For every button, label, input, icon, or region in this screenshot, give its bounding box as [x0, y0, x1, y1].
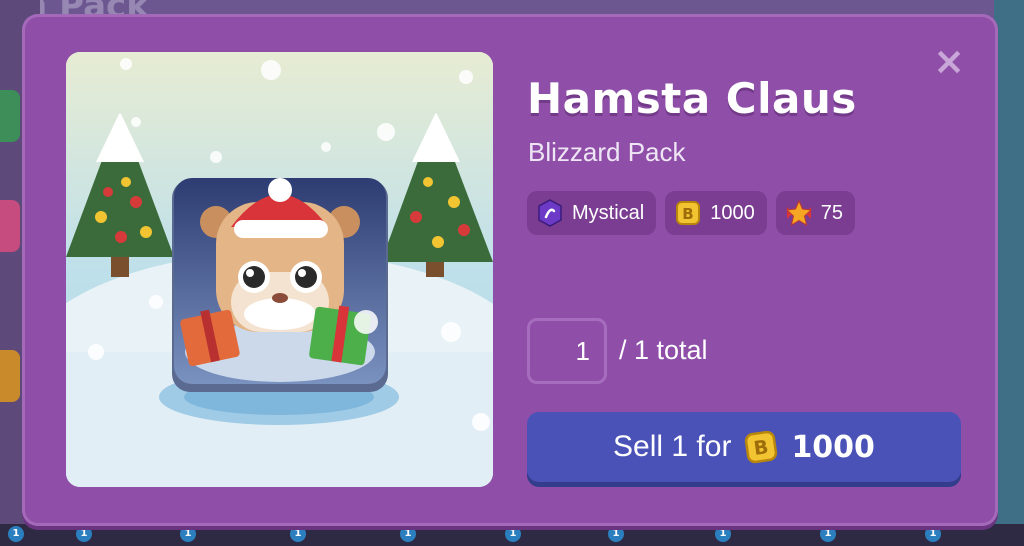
count-badge: 1: [180, 526, 196, 542]
count-badge: 1: [608, 526, 624, 542]
close-icon[interactable]: ×: [932, 42, 966, 80]
value-amount: 1000: [710, 201, 755, 224]
xp-amount: 75: [820, 201, 843, 224]
background-thumbnail: [0, 200, 20, 252]
item-detail-modal: × Hamsta Claus Blizzard Pack Mystical B …: [22, 14, 998, 526]
svg-text:B: B: [683, 205, 694, 223]
sell-price: 1000: [791, 429, 875, 465]
gold-token-icon: B: [745, 430, 778, 464]
mystical-rarity-gem-icon: [538, 199, 562, 227]
count-badge: 1: [76, 526, 92, 542]
background-thumbnail: [0, 90, 20, 142]
count-badge: 1: [715, 526, 731, 542]
background-right-panel: [994, 0, 1024, 546]
count-badge: 1: [290, 526, 306, 542]
count-badge: 1: [925, 526, 941, 542]
sell-button[interactable]: Sell 1 for B 1000: [527, 412, 961, 482]
quantity-total: / 1 total: [619, 335, 708, 365]
count-badge: 1: [505, 526, 521, 542]
hamsta-claus-illustration: [66, 52, 493, 487]
count-badge: 1: [820, 526, 836, 542]
sell-button-label: Sell 1 for: [613, 430, 732, 463]
background-thumbnail: [0, 350, 20, 402]
count-badge: 1: [8, 526, 24, 542]
item-artwork: [66, 52, 493, 487]
value-chip: B 1000: [665, 191, 767, 235]
star-xp-icon: [785, 199, 812, 227]
count-badge: 1: [400, 526, 416, 542]
svg-text:B: B: [753, 436, 770, 460]
gold-token-icon: B: [676, 201, 701, 225]
item-stats-chips: Mystical B 1000 75: [527, 191, 855, 235]
rarity-label: Mystical: [572, 201, 645, 224]
background-card-strip: 1 1 1 1 1 1 1 1 1 1: [0, 524, 1024, 546]
quantity-input[interactable]: 1: [527, 318, 607, 384]
pack-name: Blizzard Pack: [528, 137, 686, 167]
item-title: Hamsta Claus: [527, 74, 857, 123]
rarity-chip: Mystical: [527, 191, 657, 235]
xp-chip: 75: [775, 191, 855, 235]
